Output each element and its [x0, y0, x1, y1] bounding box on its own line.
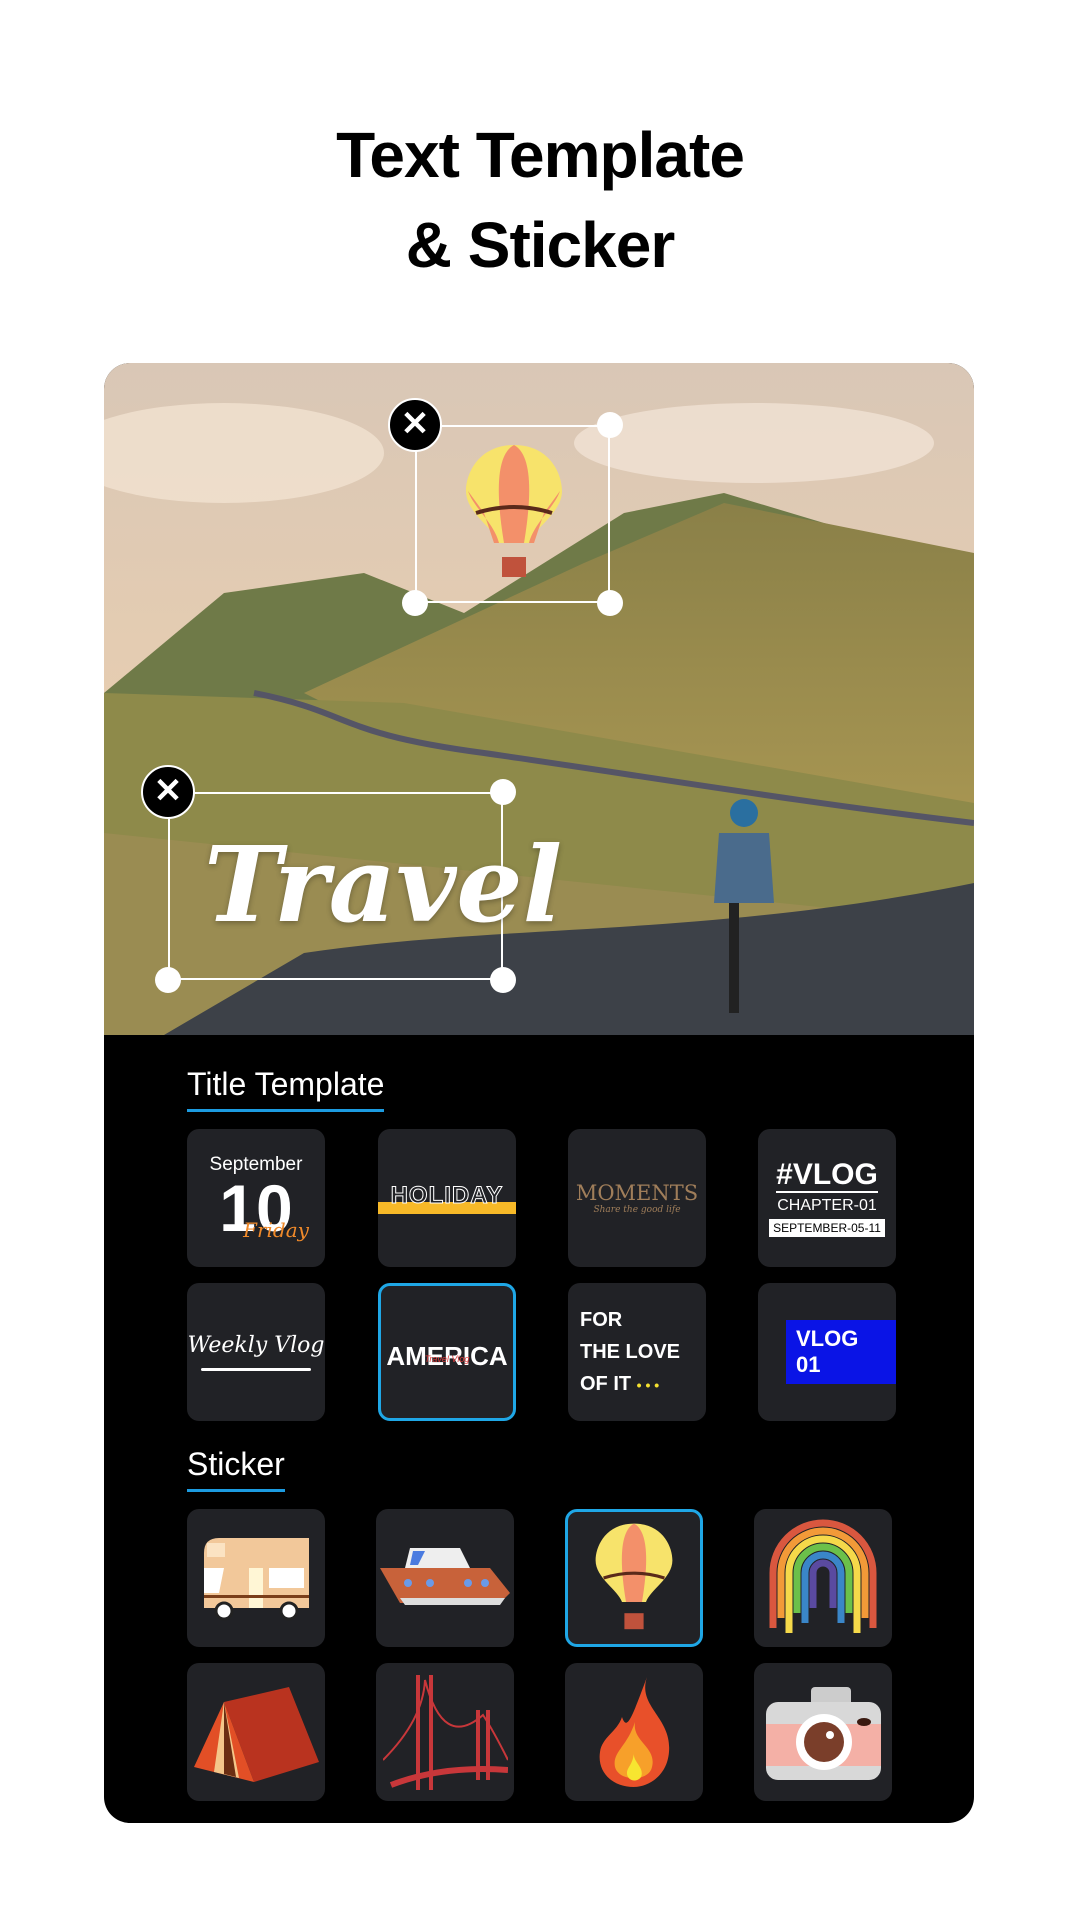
template-text: CHAPTER-01	[777, 1197, 877, 1214]
sticker-rainbow[interactable]	[754, 1509, 892, 1647]
template-text: THE LOVE	[580, 1340, 681, 1363]
resize-handle[interactable]	[490, 967, 516, 993]
sticker-yacht[interactable]	[376, 1509, 514, 1647]
template-america[interactable]: AMERICA Travel Vlog	[378, 1283, 516, 1421]
template-text: Weekly Vlog	[187, 1333, 325, 1358]
resize-handle[interactable]	[155, 967, 181, 993]
camera-icon	[765, 1687, 881, 1780]
template-for-the-love[interactable]: FOR THE LOVE OF IT • • •	[568, 1283, 706, 1421]
remove-sticker-button[interactable]: ✕	[388, 398, 442, 452]
remove-text-button[interactable]: ✕	[141, 765, 195, 819]
template-text-row: OF IT • • •	[580, 1368, 659, 1401]
template-text: OF IT	[580, 1372, 632, 1395]
underline-stroke	[201, 1368, 311, 1371]
template-holiday[interactable]: HOLIDAY	[378, 1129, 516, 1267]
section-title-template: Title Template	[187, 1066, 385, 1112]
template-text: Travel Vlog	[424, 1353, 470, 1364]
template-text: MOMENTS	[575, 1181, 699, 1205]
template-dots: • • •	[636, 1376, 660, 1393]
template-vlog-chapter[interactable]: #VLOG CHAPTER-01 SEPTEMBER-05-11	[758, 1129, 896, 1267]
section-sticker: Sticker	[187, 1446, 285, 1492]
template-text: Friday	[243, 1218, 309, 1242]
template-vlog01[interactable]: VLOG 01	[758, 1283, 896, 1421]
sticker-hot-air-balloon[interactable]	[565, 1509, 703, 1647]
headline-line-2: & Sticker	[405, 209, 675, 281]
camper-van-icon	[203, 1538, 309, 1621]
hot-air-balloon-overlay[interactable]	[464, 443, 564, 583]
resize-handle[interactable]	[597, 412, 623, 438]
editor-card: ✕ Travel ✕ Title Template September 10 F…	[104, 363, 974, 1823]
sticker-camera[interactable]	[754, 1663, 892, 1801]
template-moments[interactable]: MOMENTS Share the good life	[568, 1129, 706, 1267]
bridge-icon	[382, 1674, 508, 1790]
page-headline: Text Template & Sticker	[0, 110, 1080, 290]
template-text: FOR	[580, 1308, 623, 1331]
template-september[interactable]: September 10 Friday	[187, 1129, 325, 1267]
hot-air-balloon-icon	[595, 1523, 673, 1630]
template-text: VLOG 01	[786, 1320, 896, 1384]
fire-icon	[599, 1677, 669, 1787]
template-weekly-vlog[interactable]: Weekly Vlog	[187, 1283, 325, 1421]
resize-handle[interactable]	[597, 590, 623, 616]
headline-line-1: Text Template	[336, 119, 745, 191]
sticker-golden-gate-bridge[interactable]	[376, 1663, 514, 1801]
tent-icon	[193, 1687, 319, 1782]
rainbow-icon	[769, 1519, 877, 1633]
template-text: #VLOG	[776, 1158, 878, 1193]
template-text: HOLIDAY	[390, 1182, 504, 1210]
travel-text-overlay[interactable]: Travel	[204, 823, 562, 946]
resize-handle[interactable]	[490, 779, 516, 805]
sticker-camper-van[interactable]	[187, 1509, 325, 1647]
template-text: SEPTEMBER-05-11	[769, 1219, 885, 1237]
yacht-icon	[380, 1548, 510, 1605]
sticker-fire[interactable]	[565, 1663, 703, 1801]
sticker-tent[interactable]	[187, 1663, 325, 1801]
template-text: Share the good life	[593, 1205, 681, 1215]
resize-handle[interactable]	[402, 590, 428, 616]
